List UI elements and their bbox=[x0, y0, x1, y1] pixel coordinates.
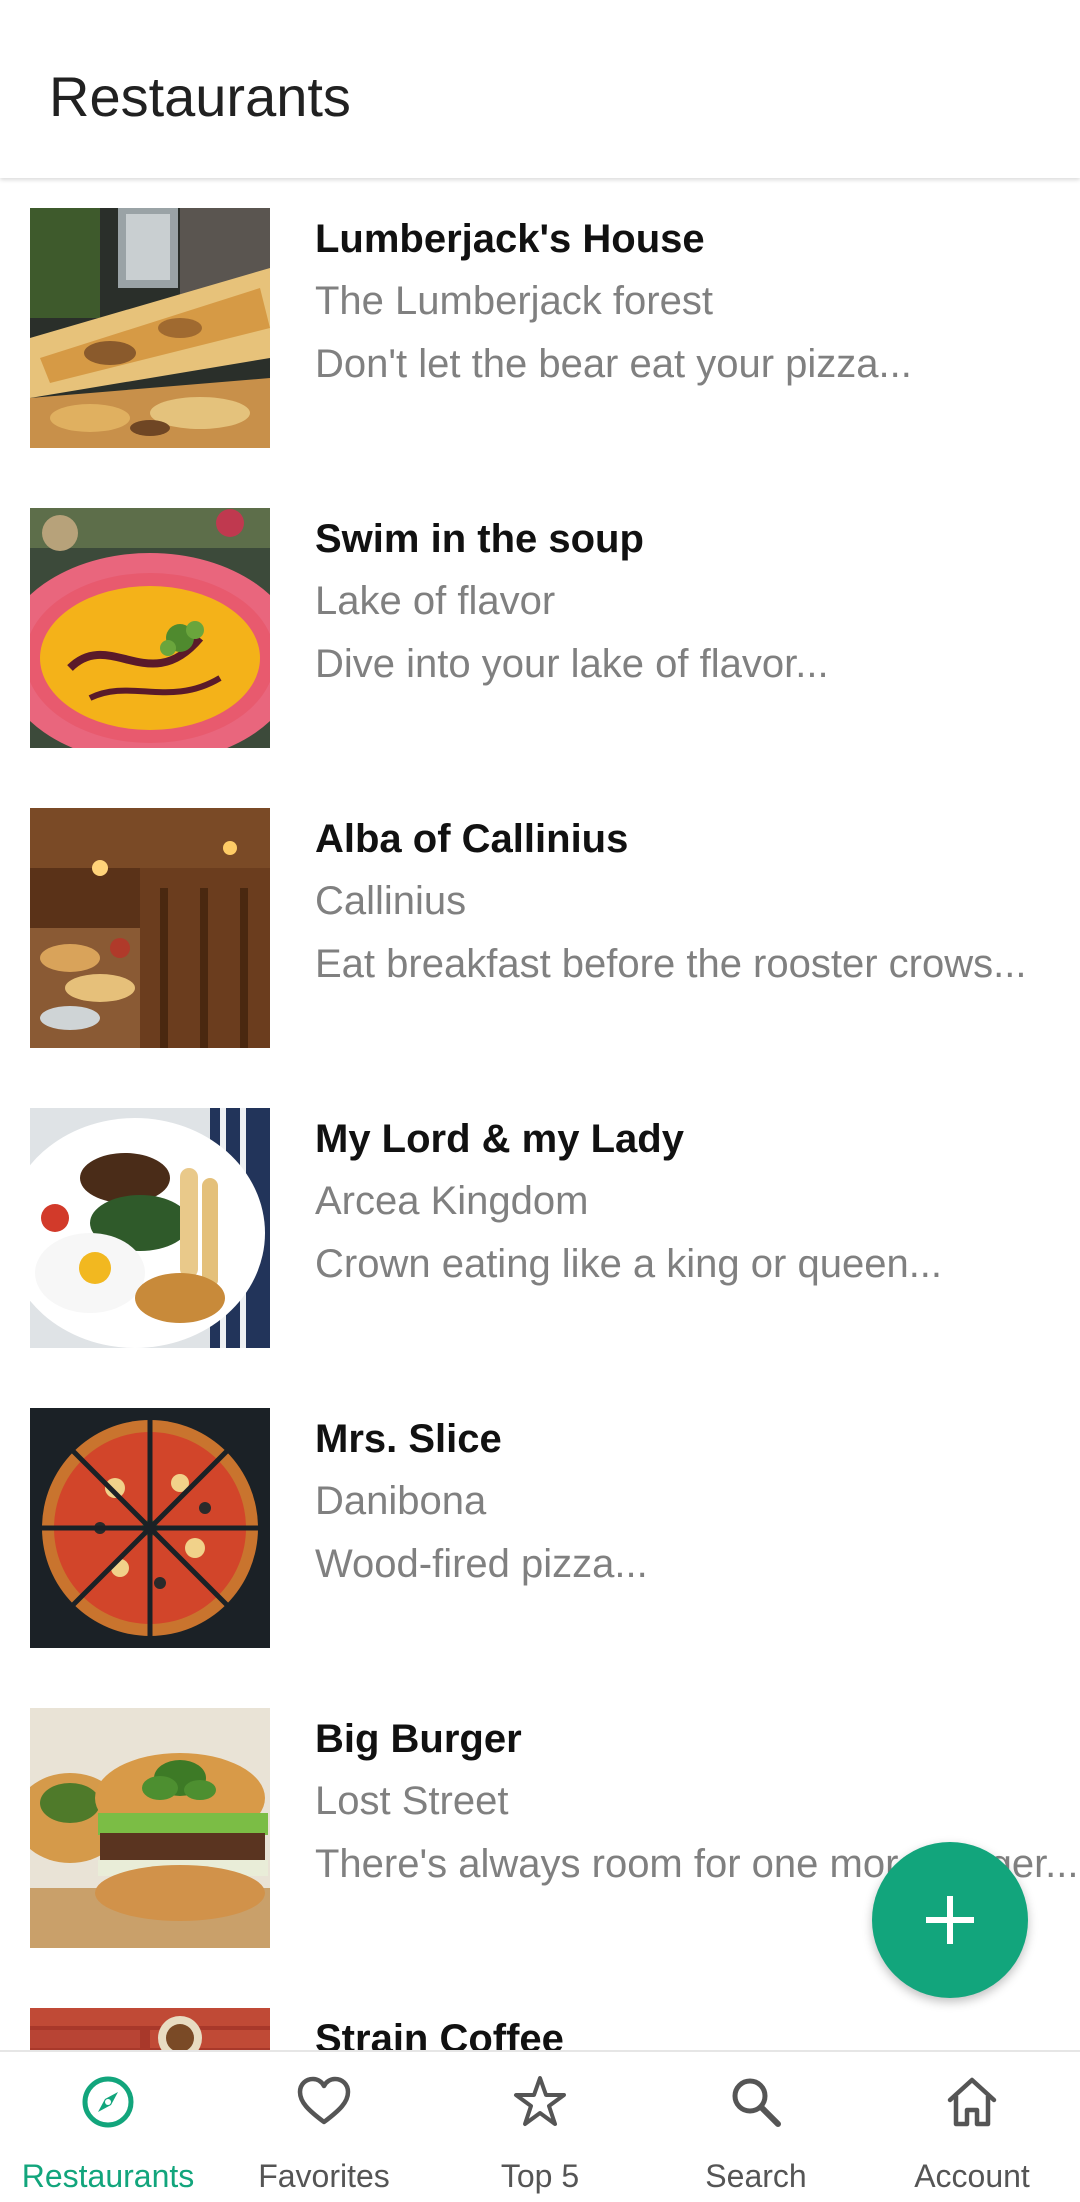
restaurant-location: Lake of flavor bbox=[315, 579, 556, 623]
nav-item-account[interactable]: Account bbox=[864, 2052, 1080, 2202]
restaurant-photo bbox=[30, 208, 270, 448]
compass-icon bbox=[82, 2076, 134, 2128]
restaurant-description: Crown eating like a king or queen... bbox=[315, 1242, 943, 1286]
nav-item-search[interactable]: Search bbox=[648, 2052, 864, 2202]
restaurant-location: Lost Street bbox=[315, 1779, 509, 1823]
restaurant-location: Danibona bbox=[315, 1479, 487, 1523]
star-icon bbox=[514, 2076, 566, 2126]
restaurant-description: Dive into your lake of flavor... bbox=[315, 642, 829, 686]
coffee-photo bbox=[30, 2008, 270, 2050]
restaurant-photo bbox=[30, 1708, 270, 1948]
restaurant-location: The Lumberjack forest bbox=[315, 279, 713, 323]
restaurant-location: Callinius bbox=[315, 879, 467, 923]
restaurant-photo bbox=[30, 2008, 270, 2050]
restaurant-name: My Lord & my Lady bbox=[315, 1117, 684, 1161]
restaurant-name: Strain Coffee bbox=[315, 2017, 564, 2050]
burger-photo bbox=[30, 1708, 270, 1948]
restaurant-name: Lumberjack's House bbox=[315, 217, 705, 261]
restaurant-name: Swim in the soup bbox=[315, 517, 644, 561]
bottom-navigation: Restaurants Favorites Top 5 Search Accou… bbox=[0, 2050, 1080, 2200]
restaurant-description: Wood-fired pizza... bbox=[315, 1542, 648, 1586]
plus-icon bbox=[926, 1896, 974, 1944]
restaurant-item-alba-of-callinius[interactable]: Alba of Callinius Callinius Eat breakfas… bbox=[0, 778, 1080, 1078]
restaurant-photo bbox=[30, 508, 270, 748]
restaurant-photo bbox=[30, 1408, 270, 1648]
nav-item-restaurants[interactable]: Restaurants bbox=[0, 2052, 216, 2202]
restaurant-item-my-lord-my-lady[interactable]: My Lord & my Lady Arcea Kingdom Crown ea… bbox=[0, 1078, 1080, 1378]
nav-item-favorites[interactable]: Favorites bbox=[216, 2052, 432, 2202]
breakfast-plate-photo bbox=[30, 1108, 270, 1348]
page-title: Restaurants bbox=[49, 65, 351, 128]
nav-label: Search bbox=[705, 2158, 807, 2194]
restaurant-description: Don't let the bear eat your pizza... bbox=[315, 342, 912, 386]
restaurant-location: Arcea Kingdom bbox=[315, 1179, 589, 1223]
nav-label: Restaurants bbox=[21, 2158, 195, 2194]
restaurant-item-lumberjacks-house[interactable]: Lumberjack's House The Lumberjack forest… bbox=[0, 178, 1080, 478]
restaurant-name: Mrs. Slice bbox=[315, 1417, 502, 1461]
search-icon bbox=[732, 2078, 781, 2127]
restaurant-list[interactable]: Lumberjack's House The Lumberjack forest… bbox=[0, 178, 1080, 2050]
soup-bowl-photo bbox=[30, 508, 270, 748]
restaurant-description: Eat breakfast before the rooster crows..… bbox=[315, 942, 1027, 986]
breakfast-buffet-photo bbox=[30, 808, 270, 1048]
nav-label: Account bbox=[914, 2158, 1030, 2194]
pizza-slice-photo bbox=[30, 208, 270, 448]
sliced-pizza-photo bbox=[30, 1408, 270, 1648]
restaurant-item-mrs-slice[interactable]: Mrs. Slice Danibona Wood-fired pizza... bbox=[0, 1378, 1080, 1678]
nav-label: Top 5 bbox=[500, 2158, 580, 2194]
nav-item-top-5[interactable]: Top 5 bbox=[432, 2052, 648, 2202]
add-restaurant-button[interactable] bbox=[872, 1842, 1028, 1998]
restaurant-item-swim-in-the-soup[interactable]: Swim in the soup Lake of flavor Dive int… bbox=[0, 478, 1080, 778]
restaurant-name: Alba of Callinius bbox=[315, 817, 629, 861]
nav-label: Favorites bbox=[258, 2158, 390, 2194]
restaurant-name: Big Burger bbox=[315, 1717, 522, 1761]
restaurant-photo bbox=[30, 808, 270, 1048]
home-icon bbox=[947, 2077, 997, 2127]
heart-icon bbox=[297, 2076, 351, 2125]
restaurant-photo bbox=[30, 1108, 270, 1348]
app-bar: Restaurants bbox=[0, 0, 1080, 178]
